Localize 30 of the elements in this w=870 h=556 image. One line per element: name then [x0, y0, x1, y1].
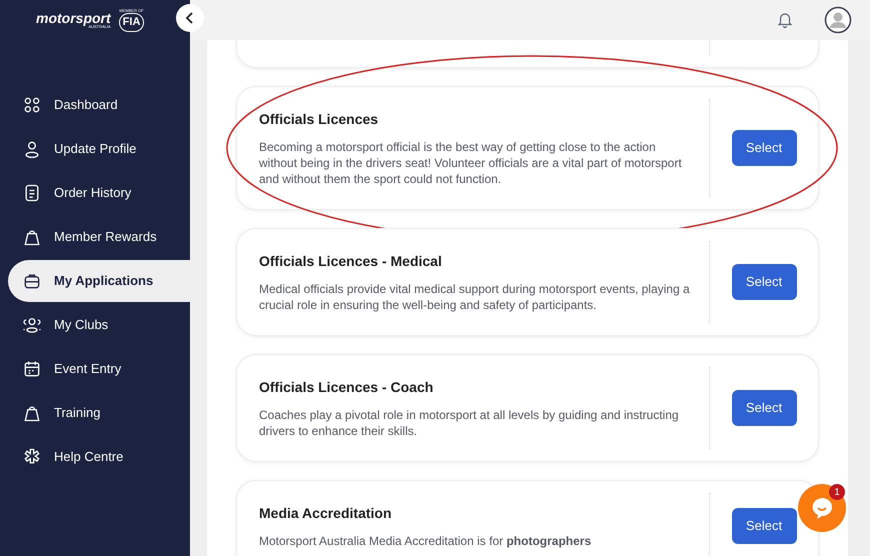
chevron-left-icon: [185, 12, 195, 24]
card-description: Coaches play a pivotal role in motorsport at all levels by guiding and instructing drivers to enhance their skills.: [259, 407, 680, 439]
sidebar-item[interactable]: Event Entry: [8, 348, 190, 390]
card-title: Officials Licences: [259, 110, 380, 129]
group-icon: [22, 315, 42, 335]
card-description: Medical officials provide vital medical support during motorsport events, playing a crucial role in ensuring the well-being and safety of participants.: [259, 281, 691, 313]
card-title: Officials Licences - Medical: [259, 252, 443, 271]
sidebar-item[interactable]: Help Centre: [8, 436, 190, 478]
select-button[interactable]: Select: [732, 390, 796, 426]
card-description: Becoming a motorsport official is the best way of getting close to the action without being in the drivers seat! Volunteer officials are a vital part of motorsport and without them the sport could not function.: [259, 139, 683, 187]
logo-wordmark: motorsport: [36, 11, 111, 25]
sidebar-item[interactable]: Update Profile: [8, 128, 190, 170]
chat-bubble-icon: [810, 496, 834, 520]
avatar-icon[interactable]: [824, 6, 852, 34]
sidebar-item[interactable]: Order History: [8, 172, 190, 214]
card-title: Media Accreditation: [259, 504, 393, 523]
calendar-icon: [22, 359, 42, 379]
sidebar-item[interactable]: Training: [8, 392, 190, 434]
select-button[interactable]: Select: [732, 508, 796, 544]
card-title: Officials Licences - Coach: [259, 378, 434, 397]
fia-logo: FIA: [118, 12, 144, 32]
select-button[interactable]: Select: [732, 130, 796, 166]
card-description: Motorsport Australia Media Accreditation is for photographers: [259, 533, 592, 549]
notification-bell-icon[interactable]: [776, 11, 794, 29]
select-button[interactable]: Select: [732, 264, 796, 300]
grid-icon: [22, 95, 42, 115]
sidebar-item[interactable]: Dashboard: [8, 84, 190, 126]
sidebar-item[interactable]: Member Rewards: [8, 216, 190, 258]
sidebar-item[interactable]: My Clubs: [8, 304, 190, 346]
sidebar-item[interactable]: My Applications: [8, 260, 190, 302]
